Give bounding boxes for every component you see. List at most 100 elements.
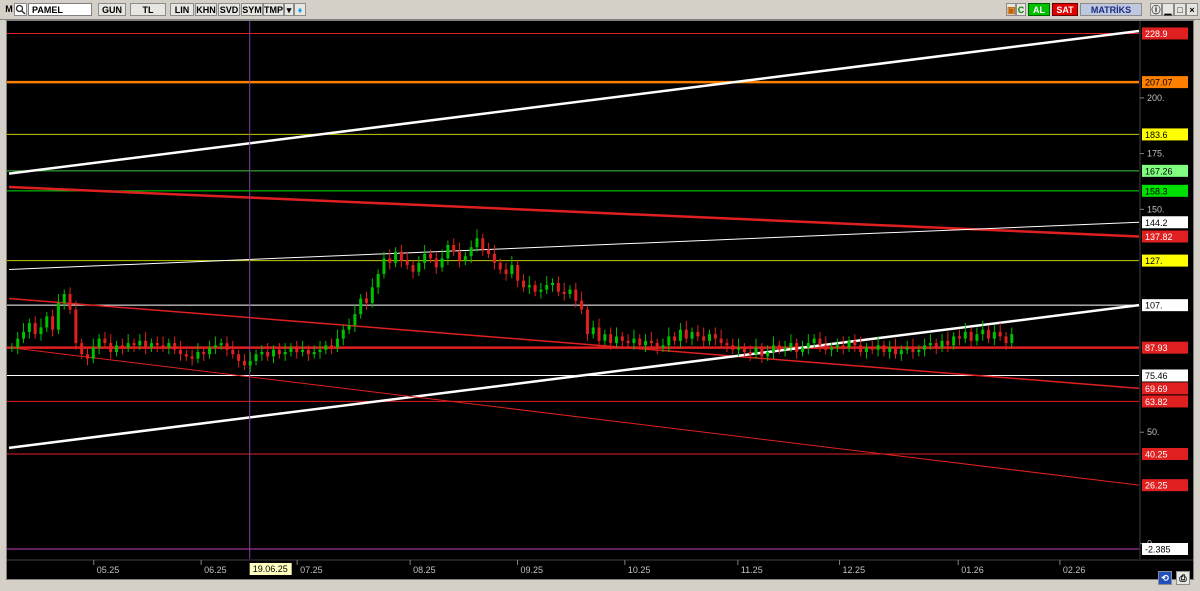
candle-body bbox=[882, 345, 886, 352]
minimize-icon[interactable]: ▁ bbox=[1162, 3, 1174, 16]
candle-body bbox=[667, 336, 671, 346]
candle-body bbox=[144, 340, 148, 348]
tmp-button[interactable]: TMP bbox=[263, 3, 284, 16]
twitter-icon[interactable]: ♦ bbox=[294, 3, 306, 16]
candle-body bbox=[463, 256, 467, 261]
candle-body bbox=[585, 309, 589, 335]
candle-body bbox=[614, 336, 618, 344]
trend-line bbox=[8, 347, 1140, 486]
scroll-sync-icon[interactable]: ⟲ bbox=[1158, 571, 1172, 585]
candle-body bbox=[68, 294, 72, 310]
candle-body bbox=[475, 238, 479, 248]
candle-body bbox=[562, 291, 566, 295]
maximize-icon[interactable]: □ bbox=[1174, 3, 1186, 16]
logo: M bbox=[5, 4, 13, 14]
scale-lin-button[interactable]: LIN bbox=[170, 3, 194, 16]
candle-body bbox=[469, 247, 473, 257]
candle-body bbox=[85, 354, 89, 359]
candle-body bbox=[899, 349, 903, 355]
lock-icon[interactable]: ▣ bbox=[1006, 3, 1016, 16]
candle-body bbox=[132, 343, 136, 346]
candle-body bbox=[894, 347, 898, 355]
dropdown-arrow-icon[interactable]: ▾ bbox=[284, 3, 294, 16]
symbol-field[interactable]: PAMEL bbox=[28, 3, 92, 16]
candle-body bbox=[609, 334, 613, 344]
candle-body bbox=[737, 347, 741, 350]
y-tick-label: 200. bbox=[1147, 93, 1165, 103]
candle-body bbox=[830, 347, 834, 350]
candle-body bbox=[620, 336, 624, 341]
y-tick-label: 150. bbox=[1147, 204, 1165, 214]
candle-body bbox=[504, 269, 508, 274]
candle-body bbox=[847, 340, 851, 348]
candle-body bbox=[673, 336, 677, 341]
candle-body bbox=[80, 343, 84, 355]
info-icon[interactable]: ⓘ bbox=[1150, 3, 1162, 16]
candle-body bbox=[237, 354, 241, 361]
candle-body bbox=[574, 289, 578, 301]
price-chart[interactable]: 200.175.150.50.0228.9207.07183.6167.2615… bbox=[7, 21, 1193, 579]
candle-body bbox=[10, 347, 14, 349]
candle-body bbox=[812, 338, 816, 344]
candle-body bbox=[283, 351, 287, 355]
search-icon[interactable] bbox=[14, 3, 27, 16]
khn-button[interactable]: KHN bbox=[195, 3, 217, 16]
candle-body bbox=[167, 343, 171, 348]
chart-area[interactable]: 200.175.150.50.0228.9207.07183.6167.2615… bbox=[6, 20, 1194, 580]
candle-body bbox=[62, 294, 66, 303]
candle-body bbox=[417, 262, 421, 272]
candle-body bbox=[306, 349, 310, 355]
candle-body bbox=[766, 351, 770, 357]
candle-body bbox=[783, 347, 787, 350]
candle-body bbox=[213, 345, 217, 348]
candle-body bbox=[963, 331, 967, 339]
candle-body bbox=[533, 285, 537, 292]
buy-button[interactable]: AL bbox=[1028, 3, 1050, 16]
candle-body bbox=[853, 340, 857, 346]
candle-body bbox=[719, 338, 723, 344]
candle-body bbox=[655, 343, 659, 348]
candle-body bbox=[626, 340, 630, 344]
candle-body bbox=[481, 238, 485, 250]
price-tag-label: 40.25 bbox=[1145, 449, 1168, 459]
candle-body bbox=[870, 347, 874, 350]
price-tag-label: 75.46 bbox=[1145, 371, 1168, 381]
x-tick-label: 11.25 bbox=[741, 565, 763, 575]
candle-body bbox=[644, 340, 648, 346]
close-icon[interactable]: × bbox=[1186, 3, 1198, 16]
price-tag-label: 207.07 bbox=[1145, 78, 1173, 88]
svd-button[interactable]: SVD bbox=[218, 3, 240, 16]
refresh-icon[interactable]: C bbox=[1016, 3, 1026, 16]
candle-body bbox=[597, 327, 601, 341]
currency-tl-button[interactable]: TL bbox=[130, 3, 166, 16]
candle-body bbox=[405, 260, 409, 266]
candle-body bbox=[318, 349, 322, 352]
candle-body bbox=[905, 347, 909, 350]
candle-body bbox=[498, 262, 502, 270]
candle-body bbox=[981, 329, 985, 335]
candle-body bbox=[399, 251, 403, 261]
candle-body bbox=[312, 351, 316, 355]
period-gun-button[interactable]: GUN bbox=[98, 3, 126, 16]
candle-body bbox=[510, 265, 514, 274]
candle-body bbox=[202, 351, 206, 355]
toolbar: M PAMEL GUN TL LIN KHN SVD SYM TMP ▾ ♦ ▣… bbox=[0, 0, 1200, 20]
candle-body bbox=[376, 273, 380, 288]
candle-body bbox=[556, 282, 560, 292]
candle-body bbox=[370, 287, 374, 303]
candle-body bbox=[638, 338, 642, 346]
printer-icon[interactable]: ⎙ bbox=[1176, 571, 1190, 585]
candle-body bbox=[998, 331, 1002, 337]
sym-button[interactable]: SYM bbox=[241, 3, 263, 16]
candle-body bbox=[260, 351, 264, 355]
price-tag-label: 158.3 bbox=[1145, 186, 1168, 196]
candle-body bbox=[458, 251, 462, 261]
price-tag-label: -2.385 bbox=[1145, 545, 1171, 555]
candle-body bbox=[91, 347, 95, 359]
sell-button[interactable]: SAT bbox=[1052, 3, 1078, 16]
candle-body bbox=[760, 347, 764, 357]
candle-body bbox=[1004, 336, 1008, 344]
candle-body bbox=[335, 338, 339, 348]
candle-body bbox=[864, 347, 868, 352]
candle-body bbox=[365, 298, 369, 303]
